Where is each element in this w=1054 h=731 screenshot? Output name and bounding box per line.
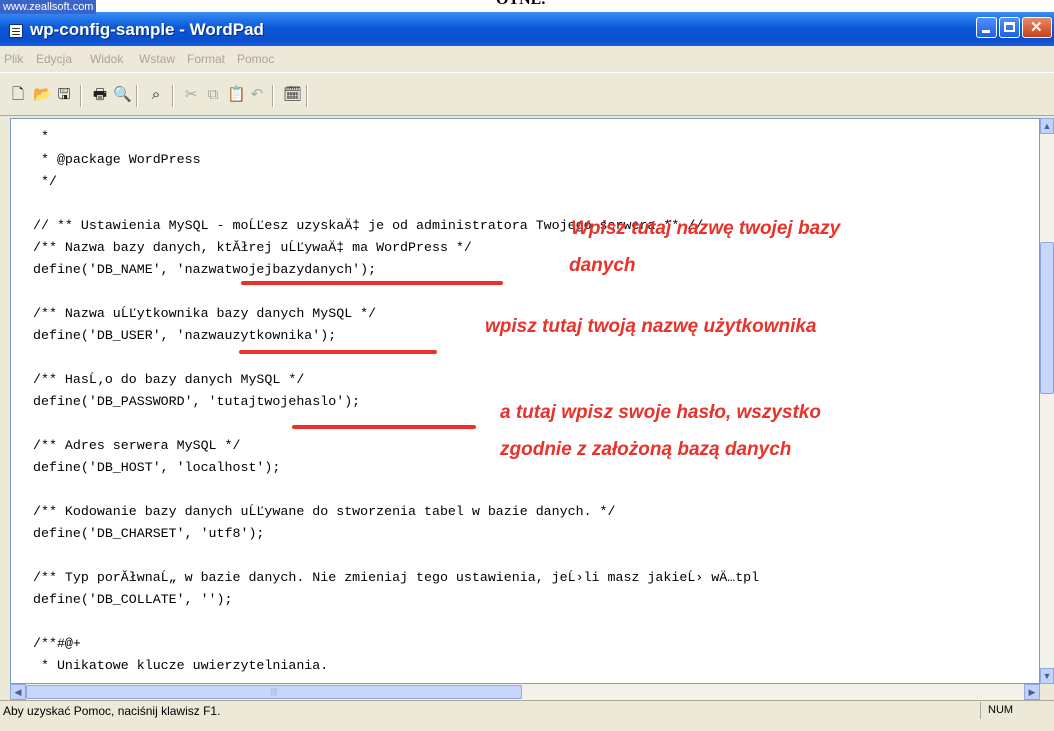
annotation-db-user: wpisz tutaj twoją nazwę użytkownika [485, 316, 817, 337]
code-line: /** Typ porĂłwnaĹ„ w bazie danych. Nie z… [33, 570, 760, 585]
horizontal-scroll-thumb[interactable]: ||| [26, 685, 522, 699]
undo-icon[interactable]: ↶ [249, 87, 265, 103]
status-bar: Aby uzyskać Pomoc, naciśnij klawisz F1. … [0, 700, 1054, 719]
title-bar[interactable]: wp-config-sample - WordPad [0, 12, 1054, 46]
toolbar-separator [272, 85, 274, 107]
scroll-right-arrow-icon[interactable]: ▶ [1024, 684, 1040, 700]
code-line: define('DB_USER', 'nazwauzytkownika'); [33, 328, 337, 343]
code-line: define('DB_CHARSET', 'utf8'); [33, 526, 265, 541]
document-text-area[interactable]: * * @package WordPress */ // ** Ustawien… [10, 118, 1040, 684]
num-lock-indicator: NUM [988, 704, 1014, 716]
toolbar-separator [80, 85, 82, 107]
menu-insert[interactable]: Wstaw [139, 52, 175, 66]
code-line: */ [33, 174, 57, 189]
code-line: * [33, 129, 49, 144]
code-line: /**#@+ [33, 636, 81, 651]
paste-icon[interactable]: 📋 [227, 87, 246, 103]
code-line: define('DB_HOST', 'localhost'); [33, 460, 281, 475]
cut-icon[interactable]: ✂ [183, 87, 199, 103]
print-preview-icon[interactable]: 🔍 [113, 87, 132, 103]
menu-file[interactable]: Plik [4, 52, 23, 66]
copy-icon[interactable]: ⧉ [205, 87, 221, 103]
open-folder-icon[interactable]: 📂 [33, 87, 52, 103]
code-line: /** HasĹ‚o do bazy danych MySQL */ [33, 372, 305, 387]
new-document-icon[interactable]: 🗋 [10, 87, 26, 103]
code-line: define('DB_PASSWORD', 'tutajtwojehaslo')… [33, 394, 361, 409]
code-line: define('DB_NAME', 'nazwatwojejbazydanych… [33, 262, 377, 277]
menu-view[interactable]: Widok [90, 52, 123, 66]
scroll-left-arrow-icon[interactable]: ◀ [10, 684, 26, 700]
horizontal-scrollbar[interactable]: ◀ ||| ▶ [10, 684, 1040, 700]
db-name-underline [241, 281, 503, 285]
scroll-down-arrow-icon[interactable]: ▼ [1040, 668, 1054, 684]
print-icon[interactable]: 🖶 [92, 87, 108, 103]
status-divider [980, 702, 981, 719]
code-line: * @package WordPress [33, 152, 201, 167]
code-line: * Unikatowe klucze uwierzytelniania. [33, 658, 329, 673]
menu-format[interactable]: Format [187, 52, 225, 66]
find-icon[interactable]: ⌕ [148, 87, 164, 103]
caption-top: OTNE. [496, 0, 545, 9]
code-line: /** Nazwa uĹĽytkownika bazy danych MySQL… [33, 306, 377, 321]
toolbar-separator [172, 85, 174, 107]
code-line: /** Kodowanie bazy danych uĹĽywane do st… [33, 504, 616, 519]
scroll-up-arrow-icon[interactable]: ▲ [1040, 118, 1054, 134]
toolbar-separator [136, 85, 138, 107]
code-line: /** Adres serwera MySQL */ [33, 438, 241, 453]
watermark: www.zeallsoft.com [0, 0, 97, 14]
menu-help[interactable]: Pomoc [237, 52, 274, 66]
toolbar-separator [306, 85, 308, 107]
window-title: wp-config-sample - WordPad [30, 20, 264, 39]
insert-date-time-icon[interactable]: 🗓 [283, 87, 302, 103]
minimize-button[interactable] [976, 17, 997, 38]
toolbar: 🗋 📂 🖫 🖶 🔍 ⌕ ✂ ⧉ 📋 ↶ 🗓 [0, 72, 1054, 116]
save-icon[interactable]: 🖫 [56, 87, 72, 103]
status-help-text: Aby uzyskać Pomoc, naciśnij klawisz F1. [3, 704, 221, 718]
db-password-underline [292, 425, 476, 429]
menu-bar: Plik Edycja Widok Wstaw Format Pomoc [0, 48, 1054, 70]
maximize-button[interactable] [999, 17, 1020, 38]
close-button[interactable] [1022, 17, 1052, 38]
menu-edit[interactable]: Edycja [36, 52, 72, 66]
annotation-db-name-cont: danych [569, 255, 636, 276]
vertical-scroll-thumb[interactable] [1040, 242, 1054, 394]
db-user-underline [239, 350, 437, 354]
code-line: /** Nazwa bazy danych, ktĂłrej uĹĽywaÄ‡ … [33, 240, 472, 255]
annotation-db-password-cont: zgodnie z założoną bazą danych [500, 439, 792, 460]
annotation-db-name: Wpisz tutaj nazwę twojej bazy [571, 218, 841, 239]
annotation-db-password: a tutaj wpisz swoje hasło, wszystko [500, 402, 821, 423]
wordpad-app-icon[interactable] [9, 24, 23, 38]
code-line: define('DB_COLLATE', ''); [33, 592, 233, 607]
vertical-scrollbar[interactable]: ▲ ▼ [1040, 118, 1054, 684]
